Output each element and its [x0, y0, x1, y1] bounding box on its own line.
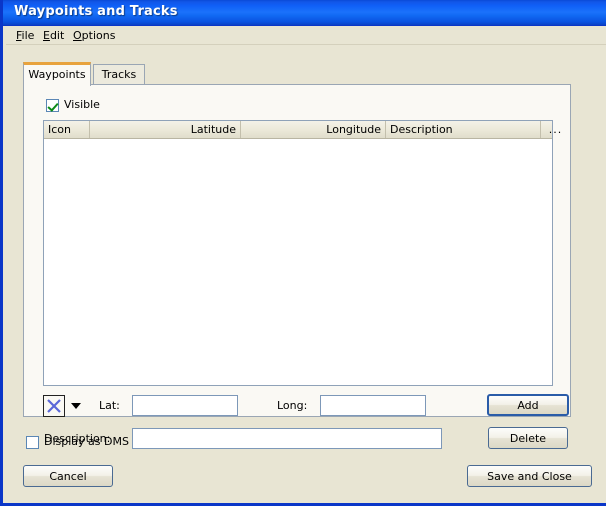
save-and-close-button[interactable]: Save and Close	[467, 465, 592, 487]
tab-waypoints[interactable]: Waypoints	[23, 62, 91, 86]
title-bar[interactable]: Waypoints and Tracks	[3, 0, 606, 26]
menu-edit-label-rest: dit	[49, 29, 65, 42]
column-header-longitude[interactable]: Longitude	[241, 121, 386, 138]
column-header-description[interactable]: Description	[386, 121, 541, 138]
cancel-button[interactable]: Cancel	[23, 465, 113, 487]
tab-tracks[interactable]: Tracks	[93, 64, 145, 85]
icon-picker-dropdown-arrow-icon[interactable]	[71, 403, 81, 409]
column-header-latitude[interactable]: Latitude	[90, 121, 241, 138]
add-button[interactable]: Add	[487, 394, 569, 416]
menu-options-label-rest: ptions	[81, 29, 116, 42]
menu-file-label-rest: ile	[21, 29, 35, 42]
long-label: Long:	[277, 399, 308, 412]
lat-label: Lat:	[99, 399, 120, 412]
waypoints-and-tracks-window: Waypoints and Tracks File Edit Options W…	[0, 0, 606, 506]
visible-checkbox-label: Visible	[64, 98, 100, 111]
x-cross-icon	[47, 399, 61, 413]
long-input[interactable]	[320, 395, 426, 416]
display-as-dms-checkbox[interactable]	[26, 436, 39, 449]
description-label: Description:	[44, 432, 111, 445]
visible-checkbox[interactable]	[46, 99, 59, 112]
waypoints-list[interactable]: Icon Latitude Longitude Description ...	[43, 120, 561, 386]
waypoints-tab-panel: Visible Icon Latitude Longitude Descript…	[23, 84, 571, 449]
column-header-icon[interactable]: Icon	[44, 121, 90, 138]
client-area: Waypoints Tracks Visible Icon Latitude L…	[6, 45, 606, 503]
menu-edit[interactable]: Edit	[39, 29, 68, 42]
window-title: Waypoints and Tracks	[14, 4, 178, 19]
delete-button[interactable]: Delete	[488, 427, 568, 449]
waypoints-grid-body[interactable]	[44, 139, 552, 385]
description-input[interactable]	[132, 428, 442, 449]
lat-input[interactable]	[132, 395, 238, 416]
menu-file[interactable]: File	[12, 29, 38, 42]
menu-bar: File Edit Options	[6, 26, 606, 45]
column-header-more[interactable]: ...	[541, 121, 570, 138]
waypoint-icon-picker[interactable]	[43, 395, 65, 417]
menu-options[interactable]: Options	[69, 29, 119, 42]
waypoints-grid-header: Icon Latitude Longitude Description ...	[44, 121, 561, 139]
